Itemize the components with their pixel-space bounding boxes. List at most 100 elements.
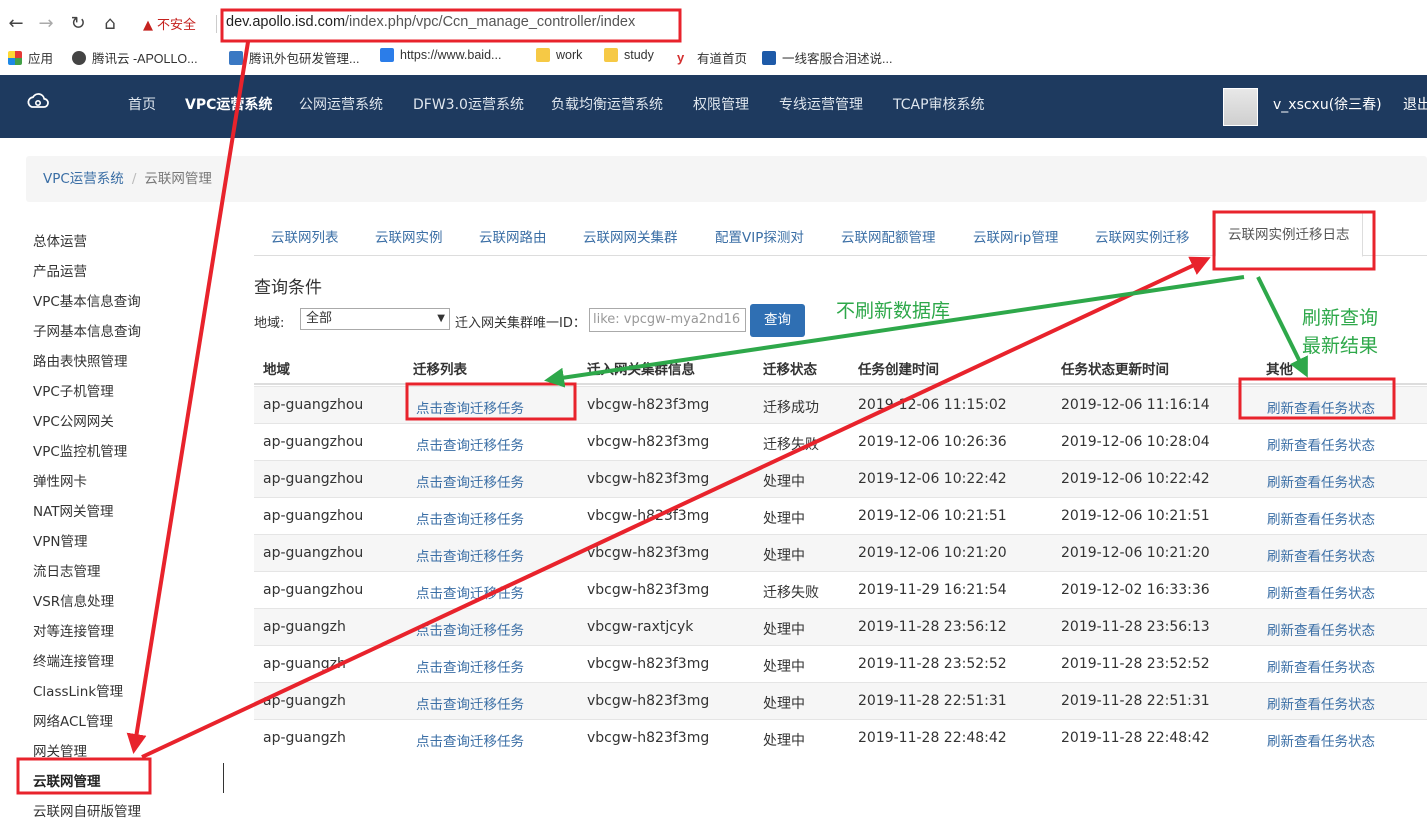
sidebar-item[interactable]: 总体运营 — [33, 230, 87, 250]
table-row: ap-guangzh 点击查询迁移任务 vbcgw-h823f3mg 处理中 2019-… — [254, 682, 1427, 719]
query-button[interactable]: 查询 — [750, 304, 805, 337]
tab-bar: 云联网列表 云联网实例 云联网路由 云联网网关集群 配置VIP探测对 云联网配额… — [254, 212, 1427, 257]
bookmark-work[interactable]: work — [536, 48, 582, 62]
cell-updated: 2019-11-28 23:52:52 — [1061, 656, 1210, 672]
bookmark-outsource[interactable]: 腾讯外包研发管理... — [229, 48, 359, 67]
sidebar-item[interactable]: VPC基本信息查询 — [33, 290, 141, 310]
cell-refresh-link[interactable]: 刷新查看任务状态 — [1267, 397, 1375, 417]
cell-refresh-link[interactable]: 刷新查看任务状态 — [1267, 434, 1375, 454]
region-select[interactable]: 全部 ▼ — [300, 308, 450, 330]
sidebar-item[interactable]: 子网基本信息查询 — [33, 320, 141, 340]
nav-public-network[interactable]: 公网运营系统 — [299, 75, 383, 138]
cell-refresh-link[interactable]: 刷新查看任务状态 — [1267, 656, 1375, 676]
security-warning[interactable]: ▲ 不安全 — [143, 14, 196, 33]
cluster-id-input[interactable]: like: vpcgw-mya2nd16 — [589, 308, 746, 332]
query-title: 查询条件 — [254, 278, 322, 298]
cell-refresh-link[interactable]: 刷新查看任务状态 — [1267, 582, 1375, 602]
address-bar[interactable]: dev.apollo.isd.com/index.php/vpc/Ccn_man… — [226, 14, 635, 30]
table-row: ap-guangzhou 点击查询迁移任务 vbcgw-h823f3mg 处理中 201… — [254, 497, 1427, 534]
sidebar-item[interactable]: ClassLink管理 — [33, 680, 123, 700]
home-icon[interactable]: ⌂ — [98, 12, 122, 36]
tab-ccn-rip[interactable]: 云联网rip管理 — [973, 226, 1058, 246]
tab-vip-probe[interactable]: 配置VIP探测对 — [715, 226, 804, 246]
sidebar-item[interactable]: 网络ACL管理 — [33, 710, 113, 730]
nav-vpc[interactable]: VPC运营系统 — [185, 75, 272, 138]
sidebar-item[interactable]: 弹性网卡 — [33, 470, 87, 490]
cell-refresh-link[interactable]: 刷新查看任务状态 — [1267, 545, 1375, 565]
bookmark-apps[interactable]: 应用 — [8, 48, 53, 67]
sidebar-item[interactable]: 流日志管理 — [33, 560, 101, 580]
breadcrumb-root[interactable]: VPC运营系统 — [43, 171, 124, 187]
cell-updated: 2019-12-02 16:33:36 — [1061, 582, 1210, 598]
cell-migration-link[interactable]: 点击查询迁移任务 — [416, 582, 524, 602]
annotation-refresh-line2: 最新结果 — [1302, 335, 1379, 357]
bookmarks-bar: 应用 腾讯云 -APOLLO... 腾讯外包研发管理... https://ww… — [0, 44, 1427, 70]
sidebar-item[interactable]: 产品运营 — [33, 260, 87, 280]
nav-load-balancer[interactable]: 负载均衡运营系统 — [551, 75, 663, 138]
sidebar-item[interactable]: VPC子机管理 — [33, 380, 114, 400]
cell-created: 2019-11-28 23:52:52 — [858, 656, 1007, 672]
tab-ccn-list[interactable]: 云联网列表 — [271, 226, 339, 246]
sidebar-item[interactable]: VPC监控机管理 — [33, 440, 127, 460]
back-icon[interactable]: ← — [4, 12, 28, 36]
bookmark-km[interactable]: 一线客服合泪述说... — [762, 48, 892, 67]
cell-migration-link[interactable]: 点击查询迁移任务 — [416, 693, 524, 713]
tab-ccn-migration-log[interactable]: 云联网实例迁移日志 — [1215, 212, 1363, 257]
sidebar-item[interactable]: VSR信息处理 — [33, 590, 114, 610]
username[interactable]: v_xscxu(徐三春) — [1273, 75, 1382, 135]
tab-ccn-route[interactable]: 云联网路由 — [479, 226, 547, 246]
breadcrumb-separator: / — [131, 171, 137, 187]
table-row: ap-guangzhou 点击查询迁移任务 vbcgw-h823f3mg 处理中 201… — [254, 460, 1427, 497]
tab-ccn-quota[interactable]: 云联网配额管理 — [841, 226, 936, 246]
nav-dedicated-line[interactable]: 专线运营管理 — [779, 75, 863, 138]
reload-icon[interactable]: ↻ — [66, 12, 90, 36]
cell-updated: 2019-12-06 10:22:42 — [1061, 471, 1210, 487]
tab-ccn-instance[interactable]: 云联网实例 — [375, 226, 443, 246]
forward-icon[interactable]: → — [34, 12, 58, 36]
sidebar-item[interactable]: 终端连接管理 — [33, 650, 114, 670]
cell-refresh-link[interactable]: 刷新查看任务状态 — [1267, 508, 1375, 528]
bookmark-study[interactable]: study — [604, 48, 654, 62]
cell-migration-link[interactable]: 点击查询迁移任务 — [416, 397, 524, 417]
cell-created: 2019-12-06 10:21:51 — [858, 508, 1007, 524]
annotation-no-refresh: 不刷新数据库 — [836, 300, 951, 322]
nav-permissions[interactable]: 权限管理 — [693, 75, 749, 138]
tab-ccn-migration[interactable]: 云联网实例迁移 — [1095, 226, 1190, 246]
nav-home[interactable]: 首页 — [128, 75, 156, 138]
cloud-logo-icon[interactable] — [26, 91, 50, 111]
cell-migration-link[interactable]: 点击查询迁移任务 — [416, 545, 524, 565]
bookmark-tencent-cloud[interactable]: 腾讯云 -APOLLO... — [72, 48, 198, 67]
nav-dfw[interactable]: DFW3.0运营系统 — [413, 75, 524, 138]
cell-migration-link[interactable]: 点击查询迁移任务 — [416, 619, 524, 639]
avatar[interactable] — [1223, 88, 1258, 126]
sidebar-item[interactable]: NAT网关管理 — [33, 500, 114, 520]
cell-created: 2019-11-28 23:56:12 — [858, 619, 1007, 635]
sidebar-item[interactable]: 路由表快照管理 — [33, 350, 128, 370]
translate-icon — [380, 48, 394, 62]
nav-tcap[interactable]: TCAP审核系统 — [893, 75, 985, 138]
cell-refresh-link[interactable]: 刷新查看任务状态 — [1267, 730, 1375, 750]
bookmark-youdao[interactable]: y 有道首页 — [677, 48, 747, 67]
logout-link[interactable]: 退出 — [1403, 75, 1427, 135]
sidebar-item[interactable]: 网关管理 — [33, 740, 87, 760]
sidebar-item[interactable]: 云联网管理 — [33, 770, 101, 790]
sidebar-item[interactable]: VPN管理 — [33, 530, 87, 550]
column-header-status: 迁移状态 — [763, 362, 817, 378]
cell-refresh-link[interactable]: 刷新查看任务状态 — [1267, 471, 1375, 491]
tab-ccn-gateway-cluster[interactable]: 云联网网关集群 — [583, 226, 678, 246]
cell-migration-link[interactable]: 点击查询迁移任务 — [416, 471, 524, 491]
sidebar-item[interactable]: VPC公网网关 — [33, 410, 114, 430]
cell-migration-link[interactable]: 点击查询迁移任务 — [416, 508, 524, 528]
cell-migration-link[interactable]: 点击查询迁移任务 — [416, 434, 524, 454]
bookmark-baidu[interactable]: https://www.baid... — [380, 48, 501, 62]
globe-icon — [72, 50, 86, 65]
cell-created: 2019-12-06 10:21:20 — [858, 545, 1007, 561]
cell-migration-link[interactable]: 点击查询迁移任务 — [416, 656, 524, 676]
table-row: ap-guangzh 点击查询迁移任务 vbcgw-h823f3mg 处理中 2019-… — [254, 719, 1427, 756]
sidebar-item[interactable]: 云联网自研版管理 — [33, 800, 141, 820]
cell-refresh-link[interactable]: 刷新查看任务状态 — [1267, 693, 1375, 713]
cell-migration-link[interactable]: 点击查询迁移任务 — [416, 730, 524, 750]
sidebar-item[interactable]: 对等连接管理 — [33, 620, 114, 640]
cell-region: ap-guangzhou — [263, 545, 364, 561]
cell-refresh-link[interactable]: 刷新查看任务状态 — [1267, 619, 1375, 639]
